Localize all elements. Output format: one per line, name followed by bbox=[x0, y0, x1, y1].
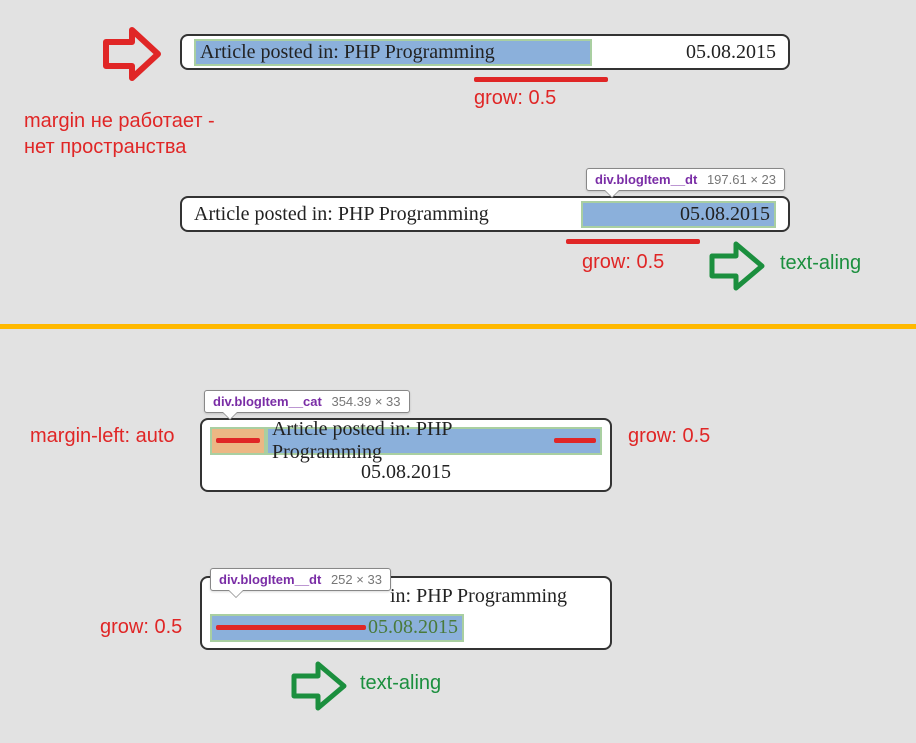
tooltip-selector: div.blogItem__dt bbox=[595, 172, 697, 187]
arrow-right-green-icon bbox=[706, 240, 772, 292]
article-text: Article posted in: PHP Programming bbox=[194, 203, 489, 226]
example-box-1: Article posted in: PHP Programming 05.08… bbox=[180, 34, 790, 70]
highlight-article-dt: 05.08.2015 bbox=[210, 614, 464, 642]
article-text: Article posted in: PHP Programming bbox=[200, 41, 495, 64]
label-grow-box4: grow: 0.5 bbox=[100, 616, 182, 639]
tooltip-selector: div.blogItem__dt bbox=[219, 572, 321, 587]
arrow-right-red-icon bbox=[98, 24, 168, 84]
devtools-tooltip-box4: div.blogItem__dt 252 × 33 bbox=[210, 568, 391, 591]
red-underline-box2 bbox=[566, 239, 700, 244]
label-grow-box3: grow: 0.5 bbox=[628, 425, 710, 448]
devtools-tooltip-box3: div.blogItem__cat 354.39 × 33 bbox=[204, 390, 410, 413]
highlight-article-cat: Article posted in: PHP Programming bbox=[194, 39, 592, 66]
highlight-article-dt: 05.08.2015 bbox=[581, 201, 776, 228]
label-text-align-box4: text-aling bbox=[360, 672, 441, 695]
article-text-partial: in: PHP Programming bbox=[390, 585, 567, 608]
label-margin-line2: нет пространства bbox=[24, 136, 186, 159]
article-date: 05.08.2015 bbox=[368, 616, 458, 639]
label-text-align-box2: text-aling bbox=[780, 252, 861, 275]
red-bar-grow bbox=[216, 625, 366, 630]
article-date: 05.08.2015 bbox=[686, 41, 776, 64]
label-margin-line1: margin не работает - bbox=[24, 110, 215, 133]
arrow-right-green-icon bbox=[288, 660, 354, 712]
tooltip-dimensions: 252 × 33 bbox=[331, 572, 382, 587]
tooltip-dimensions: 197.61 × 23 bbox=[707, 172, 776, 187]
red-underline-box1 bbox=[474, 77, 608, 82]
example-box-2: Article posted in: PHP Programming 05.08… bbox=[180, 196, 790, 232]
label-margin-left-box3: margin-left: auto bbox=[30, 425, 175, 448]
tooltip-selector: div.blogItem__cat bbox=[213, 394, 322, 409]
article-date: 05.08.2015 bbox=[361, 461, 451, 484]
highlight-article-cat: Article posted in: PHP Programming bbox=[266, 427, 602, 455]
article-text: Article posted in: PHP Programming bbox=[272, 418, 552, 464]
example-box-3: Article posted in: PHP Programming 05.08… bbox=[200, 418, 612, 492]
label-grow-box2: grow: 0.5 bbox=[582, 251, 664, 274]
tooltip-dimensions: 354.39 × 33 bbox=[331, 394, 400, 409]
section-divider bbox=[0, 324, 916, 329]
red-bar-grow bbox=[554, 438, 596, 443]
article-date: 05.08.2015 bbox=[680, 203, 770, 226]
devtools-tooltip-box2: div.blogItem__dt 197.61 × 23 bbox=[586, 168, 785, 191]
label-grow-box1: grow: 0.5 bbox=[474, 87, 556, 110]
highlight-margin-zone bbox=[210, 427, 266, 455]
red-bar-margin bbox=[216, 438, 260, 443]
